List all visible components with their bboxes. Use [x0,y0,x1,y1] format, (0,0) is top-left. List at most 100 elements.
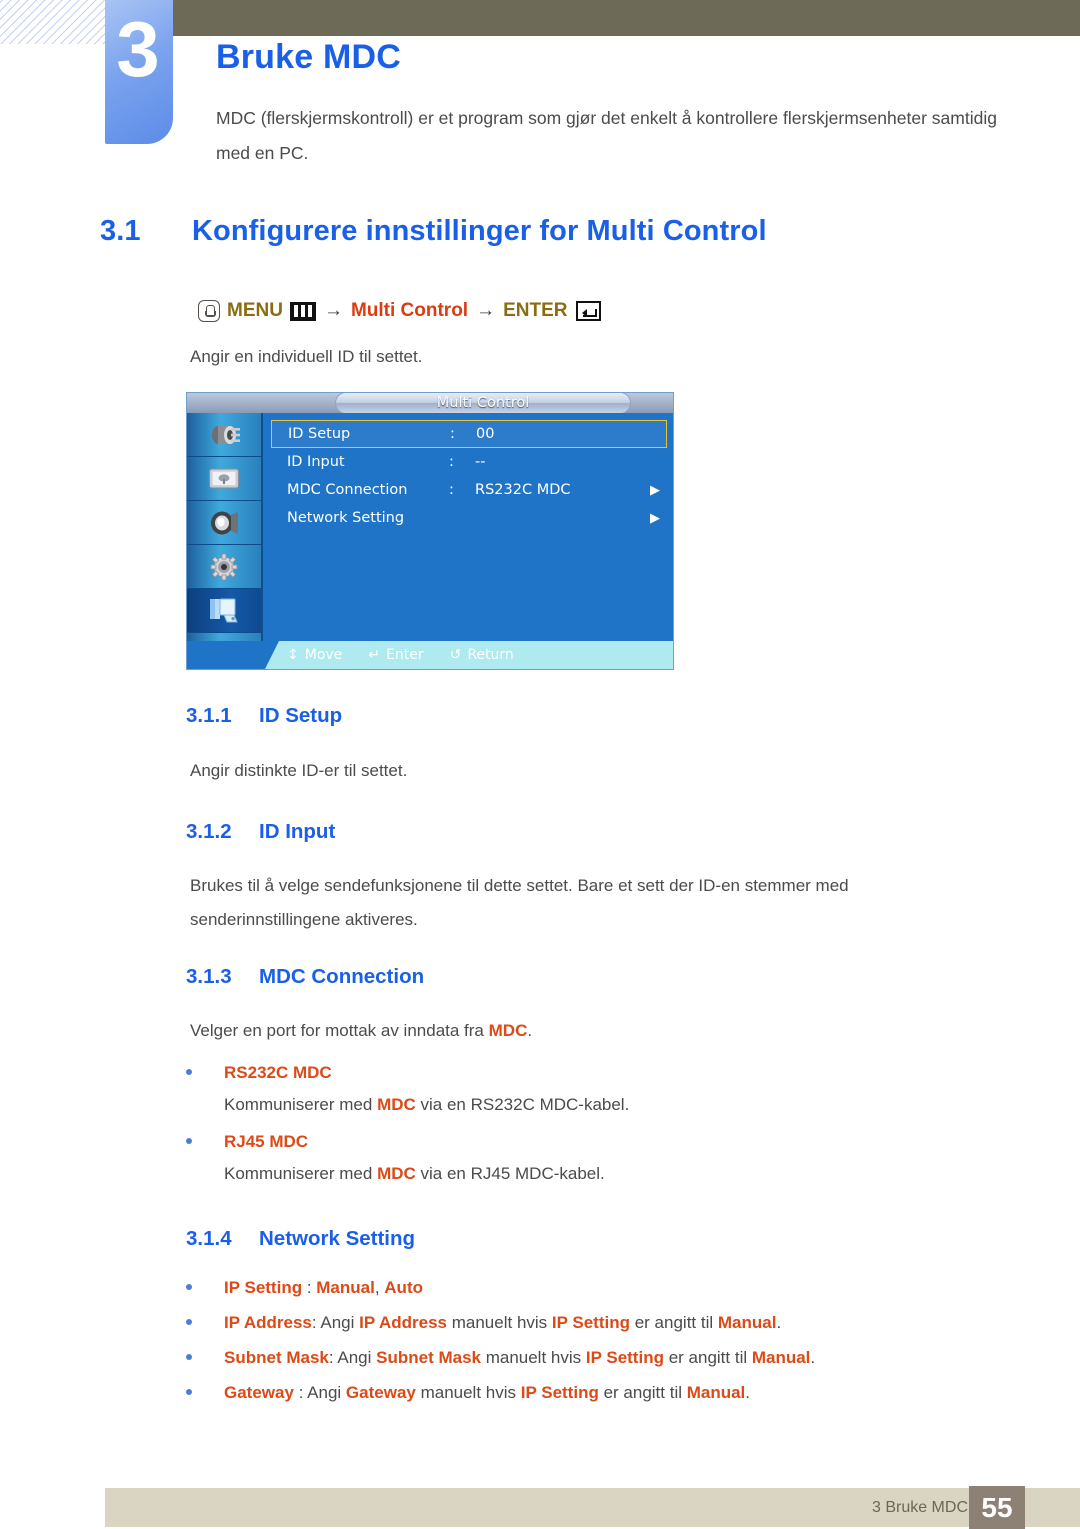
subsection-heading-3-1-2: 3.1.2 ID Input [186,820,335,844]
desc-pre: Kommuniserer med [224,1164,378,1183]
input-source-icon [207,422,241,448]
menu-path-line: MENU → Multi Control → ENTER [198,300,601,322]
bullet-text: . [776,1313,782,1332]
subsection-lead-mdc-connection: Velger en port for mottak av inndata fra… [190,1014,930,1048]
bullet-network-setting-1: IP Address: Angi IP Address manuelt hvis… [186,1312,781,1334]
desc-pre: Kommuniserer med [224,1095,378,1114]
osd-screenshot: Multi Control ID Setup: 00 ID Input: -… [186,392,674,670]
bullet-text: manuelt hvis [447,1313,552,1332]
osd-key-return: ↺ Return [450,647,514,663]
bullet-text: : Angi [293,1383,346,1402]
osd-key-move: ↕ Move [287,647,342,663]
osd-row-colon: : [450,426,455,442]
section-heading-3-1: 3.1 Konfigurere innstillinger for Multi C… [100,215,767,248]
bullet-dot-icon [186,1137,192,1144]
sound-speaker-icon [209,510,239,536]
bullet-text: . [810,1348,816,1367]
subsection-number: 3.1.4 [186,1227,232,1250]
osd-icon-sidebar [187,413,263,669]
lead-text-pre: Velger en port for mottak av inndata fra [190,1021,489,1040]
osd-title: Multi Control [436,395,530,411]
subsection-number: 3.1.1 [186,704,232,727]
bullet-rs232c-mdc: RS232C MDC [186,1062,332,1084]
enter-icon: ↵ [368,647,381,663]
osd-row-label: Network Setting [287,510,405,526]
header-olive-bar [173,0,1080,36]
bullet-dot-icon [186,1068,192,1075]
desc-emphasis: MDC [377,1164,416,1183]
bullet-desc-rs232c-mdc: Kommuniserer med MDC via en RS232C MDC-k… [224,1094,924,1116]
footer-chapter-label: 3 Bruke MDC [871,1499,968,1516]
chapter-intro-paragraph: MDC (flerskjermskontroll) er et program … [216,108,997,163]
bullet-text: : [302,1278,317,1297]
page-number: 55 [969,1486,1025,1529]
corner-hatch-decoration [0,0,112,44]
subsection-heading-3-1-1: 3.1.1 ID Setup [186,704,342,728]
bullet-emphasis: IP Address [224,1313,312,1332]
osd-sidebar-item-sound[interactable] [187,501,261,545]
bullet-text: : Angi [328,1348,377,1367]
enter-label: ENTER [503,300,568,321]
osd-key-label: Move [304,647,343,663]
menu-bars-icon [289,301,316,321]
osd-row-value: RS232C MDC [475,482,571,498]
osd-row-colon: : [449,482,454,498]
section-title: Konfigurere innstillinger for Multi Cont… [192,215,767,247]
menu-hand-key-icon [198,300,220,322]
bullet-desc-rj45-mdc: Kommuniserer med MDC via en RJ45 MDC-kab… [224,1163,924,1185]
bullet-text: . [745,1383,751,1402]
osd-key-label: Enter [386,647,424,663]
osd-row-label: ID Input [287,454,345,470]
osd-sidebar-item-setup[interactable] [187,545,261,589]
osd-row-id-setup[interactable]: ID Setup : 00 [271,420,667,448]
menu-label: MENU [227,300,283,321]
bullet-network-setting-0: IP Setting : Manual, Auto [186,1277,423,1299]
bullet-rj45-mdc: RJ45 MDC [186,1131,308,1153]
bullet-text: er angitt til [630,1313,718,1332]
subsection-title: Network Setting [259,1227,416,1250]
subsection-heading-3-1-3: 3.1.3 MDC Connection [186,965,424,989]
desc-post: via en RS232C MDC-kabel. [415,1095,630,1114]
bullet-dot-icon [186,1283,192,1290]
chapter-title: Bruke MDC [216,38,402,76]
osd-sidebar-item-input-source[interactable] [187,413,261,457]
desc-post: via en RJ45 MDC-kabel. [415,1164,605,1183]
bullet-emphasis: IP Setting [520,1383,599,1402]
osd-key-enter: ↵ Enter [368,647,423,663]
osd-menu-body: ID Setup : 00 ID Input : -- MDC Connecti… [265,413,673,669]
osd-row-value: 00 [476,426,495,442]
osd-help-keys: ↕ Move ↵ Enter ↺ Return [287,641,514,669]
bullet-emphasis: Gateway [224,1383,294,1402]
osd-row-arrow-icon: ▶ [650,482,660,498]
osd-row-id-input[interactable]: ID Input : -- [271,448,667,476]
subsection-title: MDC Connection [259,965,425,988]
bullet-emphasis: Gateway [345,1383,416,1402]
bullet-text: er angitt til [663,1348,752,1367]
bullet-emphasis: IP Setting [224,1278,303,1297]
osd-row-label: ID Setup [288,426,351,442]
bullet-text: er angitt til [598,1383,687,1402]
bullet-emphasis: IP Setting [551,1313,630,1332]
chapter-number: 3 [116,5,159,93]
subsection-title: ID Setup [259,704,343,727]
path-arrow-1: → [323,300,343,321]
chapter-number-badge: 3 [105,0,173,144]
picture-display-icon [208,466,240,492]
menu-path-target: Multi Control [350,300,469,321]
osd-sidebar-item-picture[interactable] [187,457,261,501]
bullet-emphasis: IP Address [359,1313,448,1332]
subsection-number: 3.1.3 [186,965,232,988]
bullet-dot-icon [186,1388,192,1395]
bullet-emphasis: Manual [717,1313,777,1332]
path-arrow-2: → [476,300,496,321]
bullet-text: : Angi [311,1313,360,1332]
osd-row-arrow-icon: ▶ [650,510,660,526]
bullet-dot-icon [186,1353,192,1360]
bullet-dot-icon [186,1318,192,1325]
osd-sidebar-item-multi-control[interactable] [187,589,261,633]
osd-row-colon: : [449,454,454,470]
osd-row-mdc-connection[interactable]: MDC Connection : RS232C MDC ▶ [271,476,667,504]
section-number: 3.1 [100,215,141,247]
osd-row-network-setting[interactable]: Network Setting ▶ [271,504,667,532]
bullet-title: RJ45 MDC [224,1132,309,1151]
